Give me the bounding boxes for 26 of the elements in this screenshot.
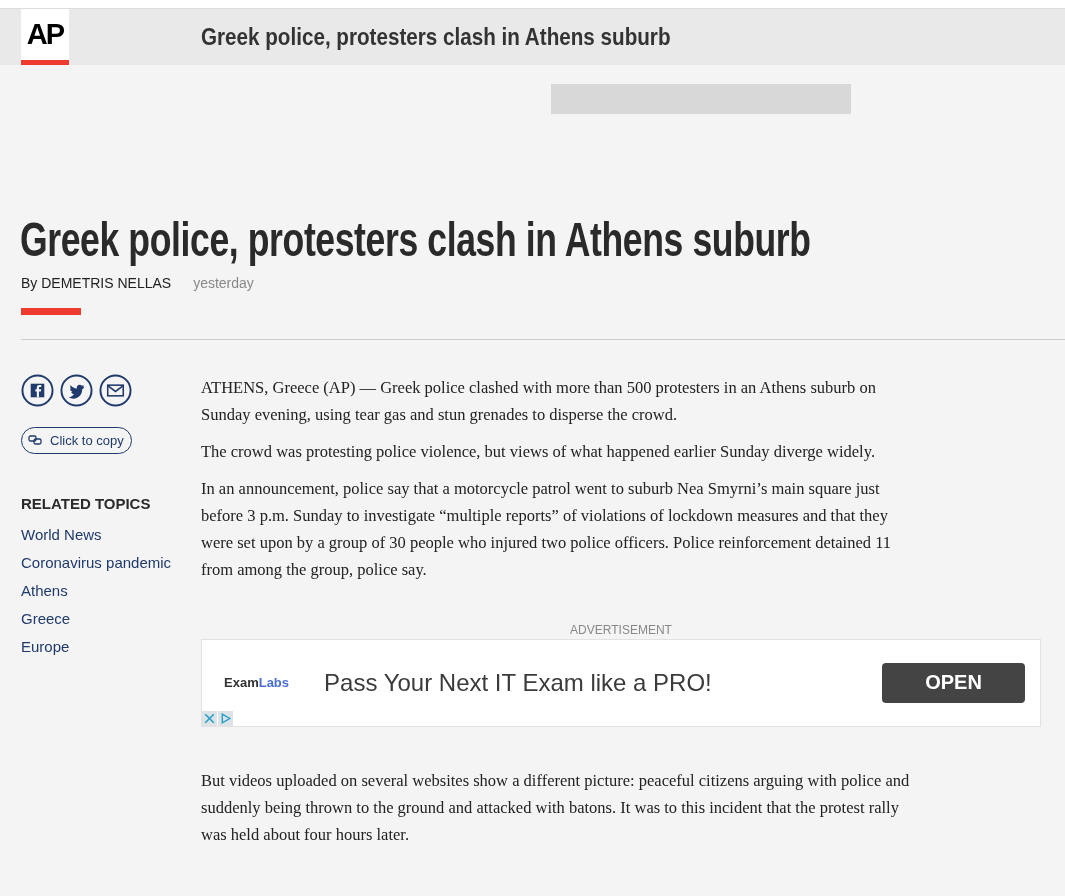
ad-logo: ExamLabs — [224, 675, 290, 691]
facebook-icon[interactable] — [21, 373, 54, 407]
article-paragraph: The crowd was protesting police violence, but views of what happened earlier Sunday diverge widely. — [201, 440, 876, 463]
topic-link[interactable]: World News — [21, 520, 102, 549]
section-heading: RELATED TOPICS — [21, 494, 151, 512]
bird-icon[interactable] — [60, 373, 93, 407]
byline: By DEMETRIS NELLAS — [21, 274, 172, 291]
open-button[interactable]: OPEN — [882, 662, 1025, 703]
ad-label: ADVERTISEMENT — [569, 622, 673, 637]
accent-bar — [21, 307, 81, 315]
article-paragraph: But videos uploaded on several websites show a different picture: peaceful citizens arguing with police and suddenly being thrown to the ground and attacked with batons. It was to this incident that the protest rally was held about four hours later. — [201, 769, 911, 846]
topic-link[interactable]: Europe — [21, 632, 70, 661]
topic-link[interactable]: Greece — [21, 604, 71, 633]
article-headline: Greek police, protesters clash in Athens suburb — [20, 214, 811, 267]
header-title: Greek police, protesters clash in Athens suburb — [201, 23, 671, 51]
ad-text: Pass Your Next IT Exam like a PRO! — [324, 668, 713, 697]
topic-link[interactable]: Coronavirus pandemic — [21, 548, 172, 577]
article-paragraph: In an announcement, police say that a motorcycle patrol went to suburb Nea Smyrni’s main square just before 3 p.m. Sunday to investigate “multiple reports” of violations of lockdown measures and that they were set upon by a group of 30 people who injured two police officers. Police reinforcement detained 11 from among the group, police say. — [201, 477, 893, 581]
ap-logo[interactable]: AP — [21, 9, 69, 65]
mail-icon[interactable] — [99, 373, 132, 407]
timestamp: yesterday — [193, 274, 254, 291]
article-paragraph: ATHENS, Greece (AP) — Greek police clashed with more than 500 protesters in an Athens suburb on Sunday evening, using tear gas and stun grenades to disperse the crowd. — [201, 376, 877, 426]
link-icon — [28, 435, 42, 446]
ad-info-icon[interactable] — [218, 710, 233, 726]
topic-link[interactable]: Athens — [21, 576, 68, 605]
close-icon[interactable] — [202, 710, 217, 726]
